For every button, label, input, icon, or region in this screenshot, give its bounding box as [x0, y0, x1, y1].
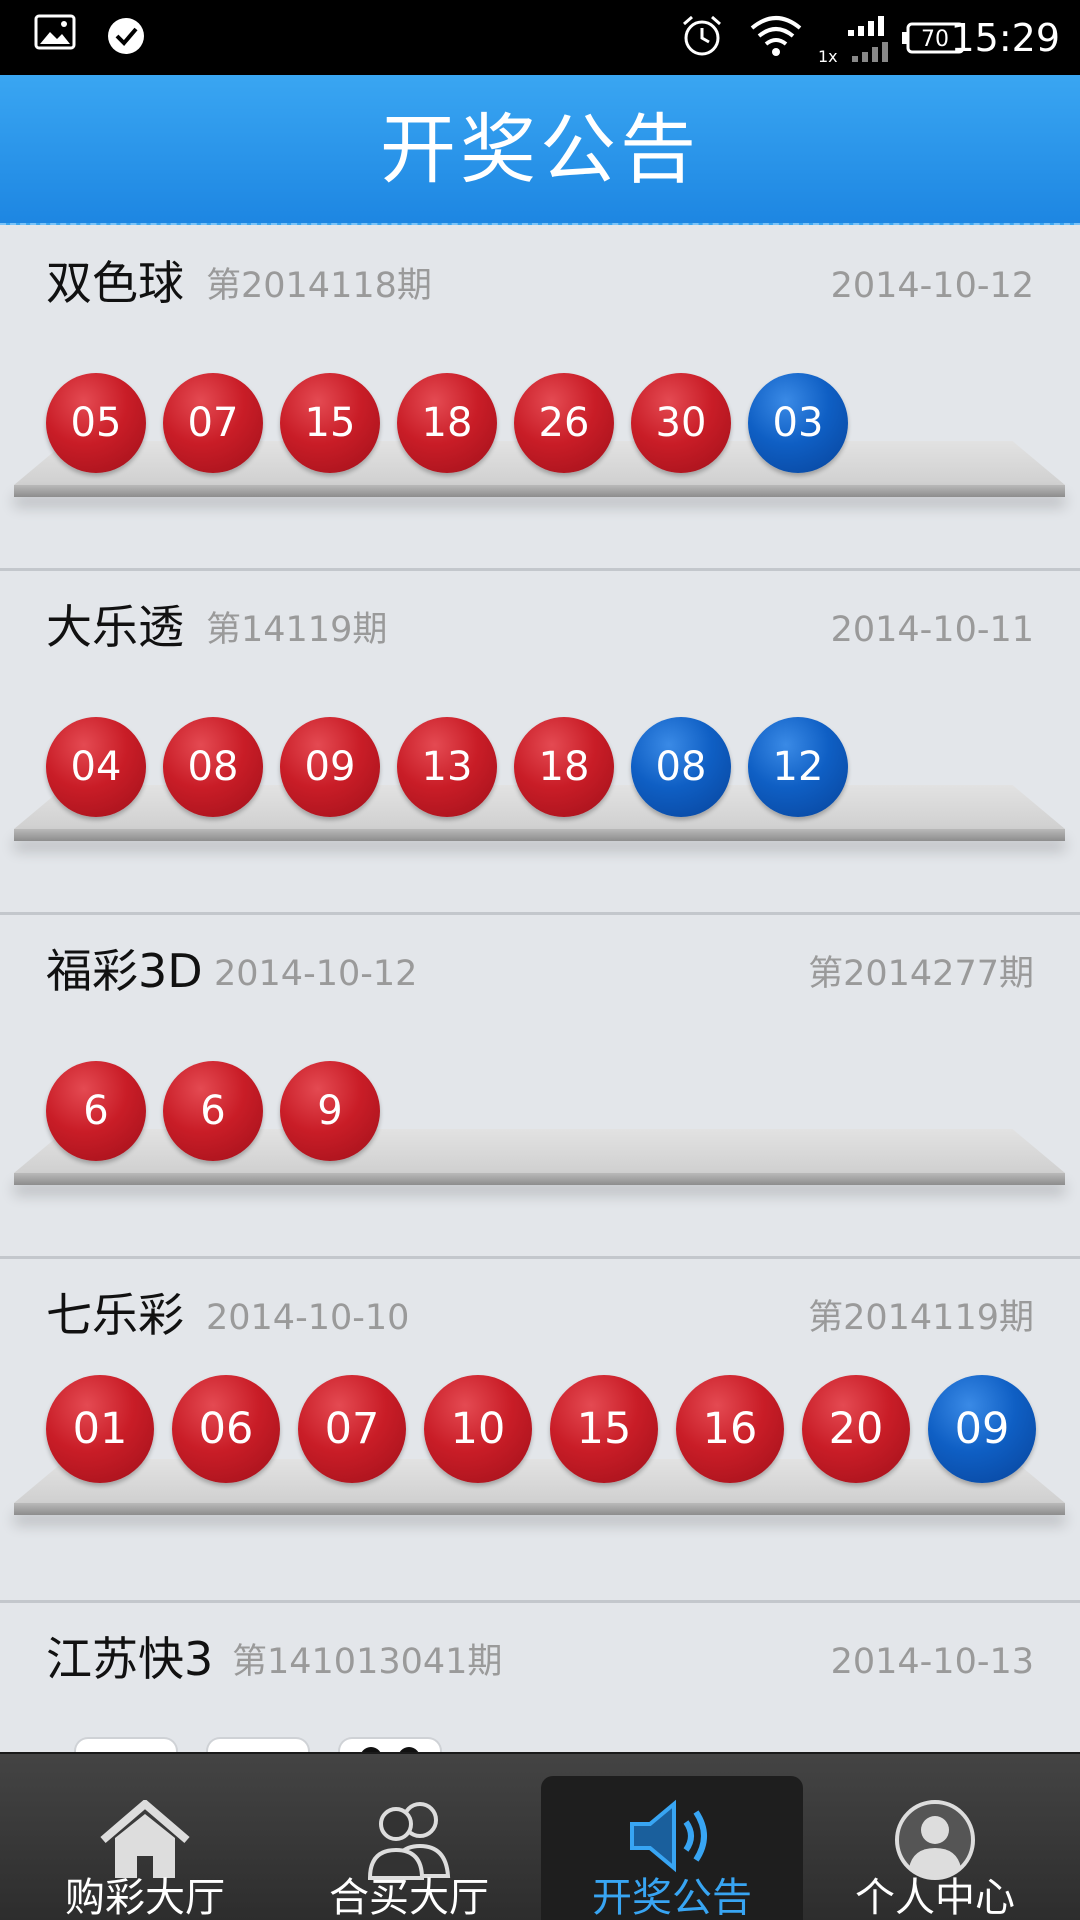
lottery-card-qlc[interactable]: 七乐彩 2014-10-10 第2014119期 01 06 07 10 15 16 20 0…: [0, 1259, 1080, 1603]
status-time: 15:29: [950, 16, 1060, 60]
red-ball: 01: [46, 1375, 154, 1483]
blue-ball: 09: [928, 1375, 1036, 1483]
red-ball: 10: [424, 1375, 532, 1483]
tab-lottery-hall[interactable]: 购彩大厅: [14, 1754, 276, 1920]
lottery-card-ssq[interactable]: 双色球 第2014118期 2014-10-12 05 07 15 18 26 30 03: [0, 227, 1080, 571]
red-ball: 07: [298, 1375, 406, 1483]
status-bar: 1x 70 15:29: [0, 0, 1080, 75]
lottery-sub-info: 2014-10-12: [214, 954, 418, 994]
red-ball: 9: [280, 1061, 380, 1161]
tab-personal-center[interactable]: 个人中心: [804, 1754, 1066, 1920]
user-icon: [893, 1798, 977, 1886]
red-ball: 15: [280, 373, 380, 473]
lottery-sub-info: 2014-10-10: [206, 1298, 410, 1338]
red-ball: 30: [631, 373, 731, 473]
header-bar: 开奖公告: [0, 75, 1080, 225]
alarm-icon: [680, 14, 724, 62]
lottery-right-info: 2014-10-12: [830, 266, 1034, 306]
red-ball: 16: [676, 1375, 784, 1483]
lottery-sub-info: 第2014118期: [206, 266, 432, 306]
lottery-right-info: 2014-10-11: [830, 610, 1034, 650]
red-ball: 18: [514, 717, 614, 817]
lottery-card-dlt[interactable]: 大乐透 第14119期 2014-10-11 04 08 09 13 18 08 12: [0, 571, 1080, 915]
red-ball: 15: [550, 1375, 658, 1483]
red-ball: 26: [514, 373, 614, 473]
lottery-name: 大乐透: [46, 600, 184, 654]
red-ball: 07: [163, 373, 263, 473]
lottery-right-info: 第2014119期: [808, 1298, 1034, 1338]
red-ball: 6: [46, 1061, 146, 1161]
tab-group-buy[interactable]: 合买大厅: [278, 1754, 540, 1920]
tab-label: 个人中心: [855, 1875, 1015, 1920]
wifi-icon: [750, 14, 802, 62]
lottery-name: 江苏快3: [46, 1632, 214, 1686]
page-title: 开奖公告: [380, 105, 700, 194]
dice-icon: [74, 1737, 178, 1752]
lottery-result-list[interactable]: 双色球 第2014118期 2014-10-12 05 07 15 18 26 30 03 …: [0, 227, 1080, 1752]
tab-label: 合买大厅: [329, 1875, 489, 1920]
gallery-icon: [34, 14, 76, 54]
tab-label: 开奖公告: [592, 1875, 752, 1920]
red-ball: 04: [46, 717, 146, 817]
red-ball: 09: [280, 717, 380, 817]
lottery-sub-info: 第141013041期: [232, 1642, 503, 1682]
lottery-right-info: 第2014277期: [808, 954, 1034, 994]
svg-text:1x: 1x: [818, 47, 838, 64]
red-ball: 08: [163, 717, 263, 817]
red-ball: 06: [172, 1375, 280, 1483]
ball-shelf: [14, 1459, 1065, 1519]
home-icon: [97, 1798, 193, 1884]
red-ball: 18: [397, 373, 497, 473]
speaker-icon: [624, 1796, 720, 1880]
dice-icon: [206, 1737, 310, 1752]
red-ball: 20: [802, 1375, 910, 1483]
tab-label: 购彩大厅: [65, 1875, 225, 1920]
signal-icon: 1x: [818, 16, 890, 68]
lottery-card-3d[interactable]: 福彩3D 2014-10-12 第2014277期 669: [0, 915, 1080, 1259]
bottom-tab-bar: 购彩大厅 合买大厅 开奖公告 个人中心: [0, 1752, 1080, 1920]
blue-ball: 08: [631, 717, 731, 817]
red-ball: 13: [397, 717, 497, 817]
lottery-name: 双色球: [46, 256, 184, 310]
red-ball: 6: [163, 1061, 263, 1161]
group-icon: [364, 1798, 454, 1884]
lottery-name: 七乐彩: [46, 1288, 184, 1342]
lottery-sub-info: 第14119期: [206, 610, 388, 650]
tab-draw-results[interactable]: 开奖公告: [541, 1776, 803, 1920]
lottery-name: 福彩3D: [46, 944, 203, 998]
check-circle-icon: [106, 16, 146, 60]
blue-ball: 03: [748, 373, 848, 473]
svg-text:70: 70: [921, 27, 949, 52]
blue-ball: 12: [748, 717, 848, 817]
dice-icon: [338, 1737, 442, 1752]
red-ball: 05: [46, 373, 146, 473]
lottery-right-info: 2014-10-13: [830, 1642, 1034, 1682]
lottery-card-jsk3[interactable]: 江苏快3 第141013041期 2014-10-13: [0, 1603, 1080, 1752]
